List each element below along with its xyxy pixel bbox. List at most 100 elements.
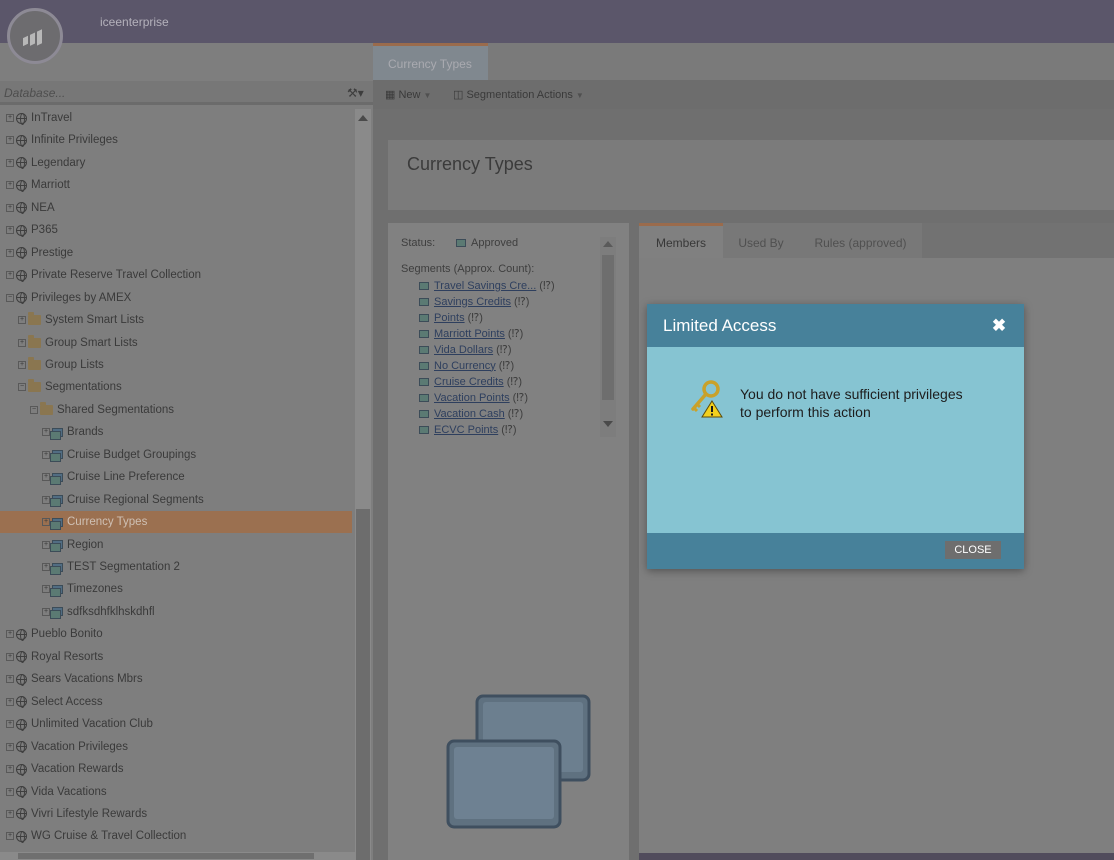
tree-item[interactable]: + Vacation Rewards: [0, 758, 352, 780]
expand-icon[interactable]: +: [42, 428, 50, 437]
segment-link[interactable]: Points: [434, 312, 465, 324]
tree-item[interactable]: + Group Lists: [0, 354, 352, 376]
expand-icon[interactable]: +: [6, 203, 14, 212]
tree-item[interactable]: + Unlimited Vacation Club: [0, 713, 352, 735]
expand-icon[interactable]: +: [6, 675, 14, 684]
org-name[interactable]: iceenterprise: [100, 15, 169, 29]
tree-item[interactable]: + Private Reserve Travel Collection: [0, 264, 352, 286]
tree-item-label: Prestige: [31, 246, 74, 259]
tree-item[interactable]: − Shared Segmentations: [0, 399, 352, 421]
expand-icon[interactable]: +: [42, 585, 50, 594]
tree-horizontal-scrollbar[interactable]: [0, 852, 355, 860]
tree-item[interactable]: + Pueblo Bonito: [0, 623, 352, 645]
tree-item[interactable]: + Sears Vacations Mbrs: [0, 668, 352, 690]
tree-item[interactable]: + InTravel: [0, 107, 352, 129]
expand-icon[interactable]: +: [42, 607, 50, 616]
segment-link[interactable]: Savings Credits: [434, 296, 511, 308]
tree-item[interactable]: + Prestige: [0, 242, 352, 264]
dialog-title: Limited Access: [663, 316, 777, 335]
scroll-thumb[interactable]: [356, 509, 370, 860]
tree-item[interactable]: + TEST Segmentation 2: [0, 556, 352, 578]
tree-item[interactable]: + Vivri Lifestyle Rewards: [0, 803, 352, 825]
tree-item[interactable]: + sdfksdhfklhskdhfl: [0, 601, 352, 623]
segment-link[interactable]: No Currency: [434, 360, 496, 372]
tree-item-label: Cruise Budget Groupings: [67, 448, 197, 461]
collapse-icon[interactable]: −: [6, 293, 14, 302]
expand-icon[interactable]: +: [6, 832, 14, 841]
segmentation-actions-button[interactable]: ◫ Segmentation Actions ▼: [453, 88, 584, 101]
tree-item[interactable]: + Group Smart Lists: [0, 332, 352, 354]
expand-icon[interactable]: +: [6, 630, 14, 639]
close-button[interactable]: CLOSE: [945, 541, 1001, 559]
expand-icon[interactable]: +: [6, 809, 14, 818]
expand-icon[interactable]: +: [6, 226, 14, 235]
expand-icon[interactable]: +: [6, 697, 14, 706]
tree-item[interactable]: + Brands: [0, 421, 352, 443]
expand-icon[interactable]: +: [6, 787, 14, 796]
expand-icon[interactable]: +: [42, 563, 50, 571]
expand-icon[interactable]: +: [6, 765, 14, 774]
tree-item[interactable]: + NEA: [0, 197, 352, 219]
close-icon[interactable]: ✖: [991, 317, 1007, 334]
scroll-down-arrow-icon[interactable]: [603, 421, 613, 427]
segment-link[interactable]: Vida Dollars: [434, 344, 493, 356]
segment-link[interactable]: Cruise Credits: [434, 376, 504, 388]
tree-item[interactable]: + P365: [0, 219, 352, 241]
tab-members[interactable]: Members: [639, 223, 723, 258]
scroll-up-arrow-icon[interactable]: [358, 115, 368, 121]
expand-icon[interactable]: +: [18, 316, 26, 325]
expand-icon[interactable]: +: [18, 360, 26, 369]
expand-icon[interactable]: +: [6, 248, 14, 257]
scroll-thumb-horizontal[interactable]: [18, 853, 314, 859]
tree-item[interactable]: + Infinite Privileges: [0, 129, 352, 151]
tree-item[interactable]: + Legendary: [0, 152, 352, 174]
expand-icon[interactable]: +: [6, 158, 14, 167]
expand-icon[interactable]: +: [42, 450, 50, 459]
tree-item[interactable]: + Vida Vacations: [0, 781, 352, 803]
segment-link[interactable]: Vacation Points: [434, 392, 510, 404]
expand-icon[interactable]: +: [6, 742, 14, 751]
detail-scrollbar[interactable]: [600, 237, 616, 437]
expand-icon[interactable]: +: [6, 271, 14, 280]
tree-item[interactable]: + Royal Resorts: [0, 646, 352, 668]
tab-rules-approved[interactable]: Rules (approved): [799, 223, 922, 258]
segment-link[interactable]: Travel Savings Cre...: [434, 280, 536, 292]
tree-item[interactable]: + Cruise Line Preference: [0, 466, 352, 488]
expand-icon[interactable]: +: [6, 652, 14, 661]
tab-used-by[interactable]: Used By: [723, 223, 799, 258]
tree-item[interactable]: + Cruise Regional Segments: [0, 489, 352, 511]
tree-item[interactable]: + Marriott: [0, 174, 352, 196]
wrench-tools-icon[interactable]: ⚒▾: [347, 85, 367, 101]
expand-icon[interactable]: +: [42, 495, 50, 504]
expand-icon[interactable]: +: [42, 473, 50, 482]
segment-link[interactable]: Marriott Points: [434, 328, 505, 340]
expand-icon[interactable]: +: [18, 338, 26, 347]
expand-icon[interactable]: +: [6, 136, 14, 145]
database-search-input[interactable]: [4, 84, 304, 102]
new-button[interactable]: ▦ New ▼: [385, 88, 431, 101]
tree-item[interactable]: + Timezones: [0, 578, 352, 600]
segment-link[interactable]: Vacation Cash: [434, 408, 505, 420]
tree-item[interactable]: − Segmentations: [0, 376, 352, 398]
tree-item[interactable]: + Vacation Privileges: [0, 736, 352, 758]
tree-vertical-scrollbar[interactable]: [355, 109, 371, 860]
tree-item[interactable]: + WG Cruise & Travel Collection: [0, 825, 352, 847]
expand-icon[interactable]: +: [42, 540, 50, 549]
tree-item[interactable]: − Privileges by AMEX: [0, 287, 352, 309]
tree-item[interactable]: + Cruise Budget Groupings: [0, 444, 352, 466]
detail-scroll-thumb[interactable]: [602, 255, 614, 400]
tree-item[interactable]: + System Smart Lists: [0, 309, 352, 331]
expand-icon[interactable]: +: [6, 181, 14, 190]
collapse-icon[interactable]: −: [30, 405, 38, 414]
app-logo[interactable]: [7, 8, 63, 64]
tree-item[interactable]: + Select Access: [0, 691, 352, 713]
collapse-icon[interactable]: −: [18, 383, 26, 392]
tree-item[interactable]: + Region: [0, 534, 352, 556]
tab-currency-types[interactable]: Currency Types: [373, 43, 488, 80]
scroll-up-arrow-icon[interactable]: [603, 241, 613, 247]
segment-link[interactable]: ECVC Points: [434, 424, 498, 436]
expand-icon[interactable]: +: [6, 720, 14, 729]
tree-item[interactable]: + Currency Types: [0, 511, 352, 534]
expand-icon[interactable]: +: [42, 518, 50, 527]
expand-icon[interactable]: +: [6, 114, 14, 122]
